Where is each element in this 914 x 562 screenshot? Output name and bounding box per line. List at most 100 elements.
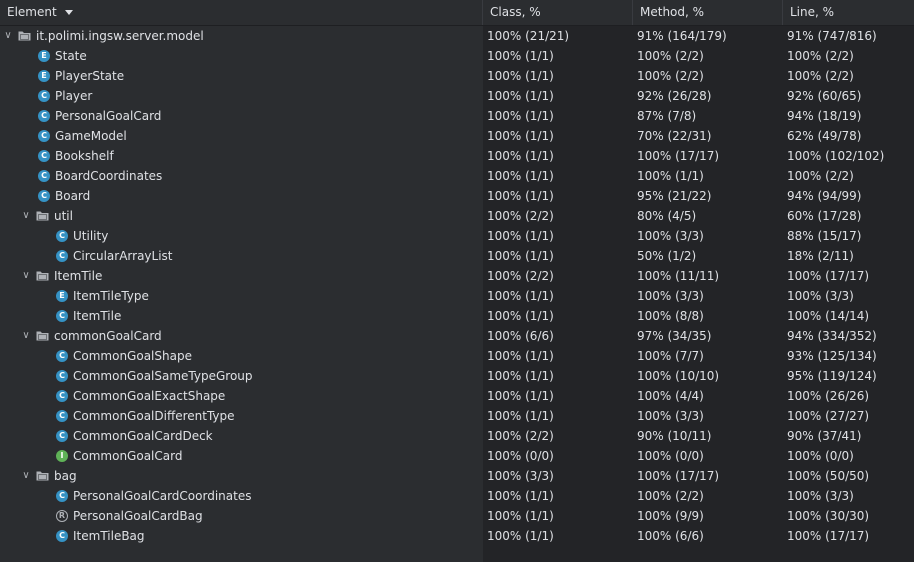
table-row[interactable]: C ItemTile 100% (1/1) 100% (8/8) 100% (14/14…: [0, 306, 914, 326]
element-cell: C CircularArrayList: [0, 246, 480, 266]
method-coverage: 100% (2/2): [637, 69, 704, 83]
column-header-method-label: Method, %: [640, 5, 705, 19]
method-coverage: 100% (0/0): [637, 449, 704, 463]
column-header-line[interactable]: Line, %: [783, 0, 914, 25]
element-cell: E PlayerState: [0, 66, 480, 86]
chevron-down-icon[interactable]: ∨: [2, 26, 14, 46]
table-row[interactable]: C CommonGoalSameTypeGroup 100% (1/1) 100% (…: [0, 366, 914, 386]
element-name: CommonGoalCardDeck: [73, 429, 213, 443]
package-folder-icon: [18, 30, 31, 42]
table-row[interactable]: C Utility 100% (1/1) 100% (3/3) 88% (15/17): [0, 226, 914, 246]
table-row[interactable]: C CommonGoalShape 100% (1/1) 100% (7/7) 93% …: [0, 346, 914, 366]
element-name: BoardCoordinates: [55, 169, 163, 183]
table-row[interactable]: C PersonalGoalCardCoordinates 100% (1/1) 10…: [0, 486, 914, 506]
table-row[interactable]: C CircularArrayList 100% (1/1) 50% (1/2) 18%…: [0, 246, 914, 266]
sort-descending-icon[interactable]: [64, 10, 73, 15]
table-row[interactable]: C CommonGoalCardDeck 100% (2/2) 90% (10/11)…: [0, 426, 914, 446]
table-row[interactable]: E State 100% (1/1) 100% (2/2) 100% (2/2): [0, 46, 914, 66]
table-row[interactable]: C PersonalGoalCard 100% (1/1) 87% (7/8) 94% …: [0, 106, 914, 126]
element-cell: ∨ it.polimi.ingsw.server.model: [0, 26, 480, 46]
element-cell: C CommonGoalSameTypeGroup: [0, 366, 480, 386]
package-row[interactable]: ∨ bag 100% (3/3) 100% (17/17) 100% (50/50): [0, 466, 914, 486]
class-coverage: 100% (6/6): [487, 329, 554, 343]
class-icon: C: [56, 410, 68, 422]
line-coverage: 92% (60/65): [787, 89, 862, 103]
interface-icon: I: [56, 450, 68, 462]
package-folder-icon: [36, 270, 49, 282]
element-name: State: [55, 49, 87, 63]
method-coverage: 50% (1/2): [637, 249, 697, 263]
line-coverage: 100% (27/27): [787, 409, 870, 423]
line-coverage: 94% (18/19): [787, 109, 862, 123]
column-header-line-label: Line, %: [790, 5, 835, 19]
element-name: ItemTile: [54, 269, 103, 283]
table-row[interactable]: C GameModel 100% (1/1) 70% (22/31) 62% (49/7…: [0, 126, 914, 146]
chevron-down-icon[interactable]: ∨: [20, 266, 32, 286]
class-icon: C: [56, 230, 68, 242]
package-row[interactable]: ∨ util 100% (2/2) 80% (4/5) 60% (17/28): [0, 206, 914, 226]
method-coverage: 95% (21/22): [637, 189, 712, 203]
element-name: Utility: [73, 229, 109, 243]
element-name: CircularArrayList: [73, 249, 173, 263]
element-name: CommonGoalShape: [73, 349, 192, 363]
class-coverage: 100% (1/1): [487, 309, 554, 323]
element-name: CommonGoalCard: [73, 449, 183, 463]
class-coverage: 100% (2/2): [487, 269, 554, 283]
line-coverage: 100% (2/2): [787, 69, 854, 83]
element-cell: C CommonGoalShape: [0, 346, 480, 366]
element-cell: E ItemTileType: [0, 286, 480, 306]
chevron-down-icon[interactable]: ∨: [20, 326, 32, 346]
class-icon: C: [56, 490, 68, 502]
table-row[interactable]: C Bookshelf 100% (1/1) 100% (17/17) 100% (10…: [0, 146, 914, 166]
element-name: util: [54, 209, 73, 223]
chevron-down-icon[interactable]: ∨: [20, 466, 32, 486]
package-row[interactable]: ∨ ItemTile 100% (2/2) 100% (11/11) 100% (17/…: [0, 266, 914, 286]
element-name: Board: [55, 189, 91, 203]
table-row[interactable]: R PersonalGoalCardBag 100% (1/1) 100% (9/9)…: [0, 506, 914, 526]
table-row[interactable]: C Player 100% (1/1) 92% (26/28) 92% (60/65): [0, 86, 914, 106]
column-header-element-label: Element: [7, 5, 57, 19]
class-icon: C: [38, 170, 50, 182]
table-row[interactable]: C ItemTileBag 100% (1/1) 100% (6/6) 100% (17…: [0, 526, 914, 546]
class-coverage: 100% (1/1): [487, 129, 554, 143]
class-icon: C: [38, 190, 50, 202]
package-row[interactable]: ∨ commonGoalCard 100% (6/6) 97% (34/35) 94% …: [0, 326, 914, 346]
class-coverage: 100% (1/1): [487, 529, 554, 543]
class-coverage: 100% (1/1): [487, 229, 554, 243]
enum-icon: E: [56, 290, 68, 302]
method-coverage: 100% (7/7): [637, 349, 704, 363]
column-header-method[interactable]: Method, %: [633, 0, 783, 25]
line-coverage: 100% (17/17): [787, 269, 870, 283]
line-coverage: 100% (26/26): [787, 389, 870, 403]
method-coverage: 100% (10/10): [637, 369, 720, 383]
table-row[interactable]: C CommonGoalExactShape 100% (1/1) 100% (4/4…: [0, 386, 914, 406]
line-coverage: 100% (2/2): [787, 49, 854, 63]
element-name: commonGoalCard: [54, 329, 162, 343]
column-header-element[interactable]: Element: [0, 0, 483, 25]
table-row[interactable]: E PlayerState 100% (1/1) 100% (2/2) 100% (2/…: [0, 66, 914, 86]
class-icon: C: [38, 90, 50, 102]
line-coverage: 95% (119/124): [787, 369, 877, 383]
package-row[interactable]: ∨ it.polimi.ingsw.server.model 100% (21/21…: [0, 26, 914, 46]
coverage-table: Element Class, % Method, % Line, % ∨ it.p…: [0, 0, 914, 562]
chevron-down-icon[interactable]: ∨: [20, 206, 32, 226]
element-cell: ∨ ItemTile: [0, 266, 480, 286]
class-icon: C: [56, 310, 68, 322]
class-coverage: 100% (1/1): [487, 509, 554, 523]
package-folder-icon: [36, 470, 49, 482]
record-icon: R: [56, 510, 68, 522]
element-cell: C ItemTileBag: [0, 526, 480, 546]
element-cell: ∨ util: [0, 206, 480, 226]
class-coverage: 100% (1/1): [487, 249, 554, 263]
column-header-class[interactable]: Class, %: [483, 0, 633, 25]
line-coverage: 100% (0/0): [787, 449, 854, 463]
class-coverage: 100% (1/1): [487, 289, 554, 303]
table-row[interactable]: C Board 100% (1/1) 95% (21/22) 94% (94/99): [0, 186, 914, 206]
element-name: it.polimi.ingsw.server.model: [36, 29, 204, 43]
table-row[interactable]: I CommonGoalCard 100% (0/0) 100% (0/0) 100% …: [0, 446, 914, 466]
line-coverage: 91% (747/816): [787, 29, 877, 43]
method-coverage: 100% (2/2): [637, 489, 704, 503]
table-row[interactable]: E ItemTileType 100% (1/1) 100% (3/3) 100% (3…: [0, 286, 914, 306]
table-row[interactable]: C BoardCoordinates 100% (1/1) 100% (1/1) 100…: [0, 166, 914, 186]
table-row[interactable]: C CommonGoalDifferentType 100% (1/1) 100% (…: [0, 406, 914, 426]
